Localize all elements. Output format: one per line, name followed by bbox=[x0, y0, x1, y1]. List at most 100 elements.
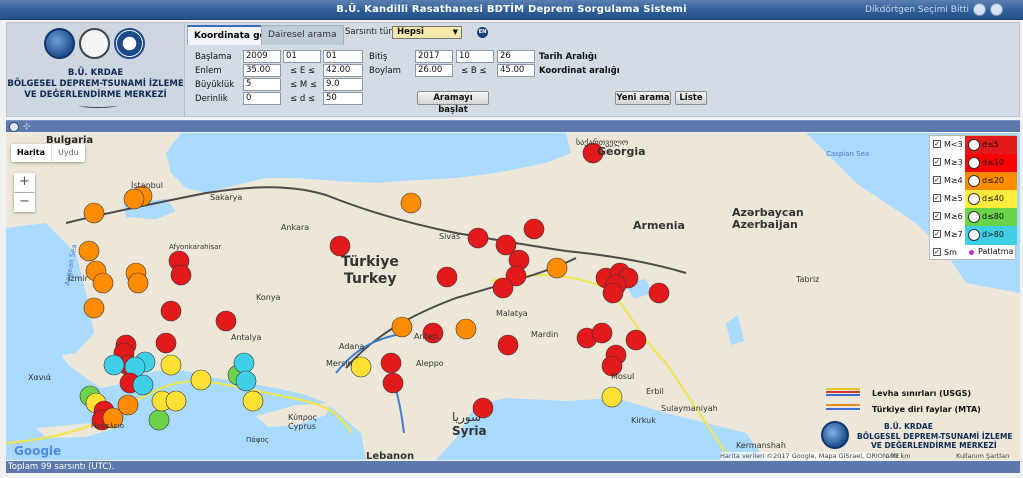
earthquake-marker[interactable] bbox=[350, 356, 372, 378]
lat-min-field[interactable]: 35.00 bbox=[243, 64, 281, 77]
earthquake-marker[interactable] bbox=[117, 394, 139, 416]
refresh-icon[interactable] bbox=[973, 3, 986, 16]
lon-max-field[interactable]: 45.00 bbox=[497, 64, 535, 77]
earthquake-marker[interactable] bbox=[242, 390, 264, 412]
depth-max-field[interactable]: 50 bbox=[323, 92, 363, 105]
radio-icon[interactable] bbox=[968, 139, 980, 151]
language-en-icon[interactable]: EN bbox=[477, 27, 488, 38]
earthquake-marker[interactable] bbox=[400, 192, 422, 214]
earthquake-marker[interactable] bbox=[455, 318, 477, 340]
earthquake-marker[interactable] bbox=[436, 266, 458, 288]
earthquake-marker[interactable] bbox=[329, 235, 351, 257]
lat-max-field[interactable]: 42.00 bbox=[323, 64, 363, 77]
radio-icon[interactable] bbox=[968, 193, 980, 205]
depth-label: Derinlik bbox=[195, 94, 228, 104]
legend-row: ✓ M≥6 d≤80 bbox=[930, 208, 1017, 227]
zoom-in-button[interactable]: + bbox=[14, 173, 35, 192]
map-type-control[interactable]: Harita Uydu bbox=[11, 144, 85, 162]
earthquake-marker[interactable] bbox=[467, 227, 489, 249]
overlay-faults-label: Türkiye diri faylar (MTA) bbox=[872, 405, 981, 414]
map-terms-link[interactable]: Kullanım Şartları bbox=[956, 452, 1010, 460]
radio-icon[interactable] bbox=[968, 229, 980, 241]
earthquake-marker[interactable] bbox=[92, 272, 114, 294]
legend-depth-label: d>80 bbox=[982, 230, 1004, 239]
earthquake-marker[interactable] bbox=[648, 282, 670, 304]
earthquake-marker[interactable] bbox=[83, 297, 105, 319]
coord-range-label: Koordinat aralığı bbox=[539, 66, 620, 76]
legend-depth: d>80 bbox=[965, 226, 1017, 245]
earthquake-marker[interactable] bbox=[382, 372, 404, 394]
checkbox-icon[interactable]: ✓ bbox=[933, 248, 941, 256]
overlay-inst-1: B.Ü. KRDAE bbox=[884, 422, 933, 431]
checkbox-icon[interactable]: ✓ bbox=[933, 194, 941, 202]
earthquake-marker[interactable] bbox=[190, 369, 212, 391]
start-search-button[interactable]: Aramayı başlat bbox=[417, 91, 489, 115]
mag-min-field[interactable]: 5 bbox=[243, 78, 281, 91]
end-month-field[interactable]: 10 bbox=[456, 50, 494, 63]
label-sulaymaniyah: Sulaymaniyah bbox=[661, 404, 718, 413]
earthquake-marker[interactable] bbox=[591, 322, 613, 344]
event-type-select[interactable]: Hepsi ▼ bbox=[392, 26, 462, 39]
earthquake-marker[interactable] bbox=[165, 390, 187, 412]
earthquake-marker[interactable] bbox=[492, 277, 514, 299]
map-type-uydu[interactable]: Uydu bbox=[51, 144, 85, 162]
checkbox-icon[interactable]: ✓ bbox=[933, 140, 941, 148]
earthquake-marker[interactable] bbox=[132, 374, 154, 396]
legend-mag: M≥4 bbox=[944, 176, 963, 185]
krdae-map-logo bbox=[821, 421, 849, 449]
map-view[interactable]: Harita Uydu + − Bulgaria İstanbul Sakary… bbox=[6, 133, 1020, 460]
earthquake-marker[interactable] bbox=[546, 257, 568, 279]
end-year-field[interactable]: 2017 bbox=[415, 50, 453, 63]
checkbox-icon[interactable]: ✓ bbox=[933, 176, 941, 184]
earthquake-marker[interactable] bbox=[160, 300, 182, 322]
lon-min-field[interactable]: 26.00 bbox=[415, 64, 453, 77]
earthquake-marker[interactable] bbox=[523, 218, 545, 240]
earthquake-marker[interactable] bbox=[602, 282, 624, 304]
earthquake-marker[interactable] bbox=[160, 354, 182, 376]
radio-icon[interactable] bbox=[968, 157, 980, 169]
earthquake-marker[interactable] bbox=[103, 354, 125, 376]
earthquake-marker[interactable] bbox=[83, 202, 105, 224]
select-rectangle-icon[interactable]: ⊹ bbox=[23, 122, 35, 132]
tab-circular[interactable]: Dairesel arama bbox=[261, 25, 344, 45]
lon-op: ≤ B ≤ bbox=[461, 66, 487, 76]
overlay-inst-3: VE DEĞERLENDİRME MERKEZİ bbox=[871, 441, 997, 450]
end-day-field[interactable]: 26 bbox=[497, 50, 535, 63]
radio-icon[interactable] bbox=[968, 175, 980, 187]
depth-min-field[interactable]: 0 bbox=[243, 92, 281, 105]
label-ankara: Ankara bbox=[281, 223, 310, 232]
checkbox-icon[interactable]: ✓ bbox=[933, 230, 941, 238]
mag-max-field[interactable]: 9.0 bbox=[323, 78, 363, 91]
earthquake-marker[interactable] bbox=[123, 188, 145, 210]
checkbox-icon[interactable]: ✓ bbox=[933, 158, 941, 166]
start-year-field[interactable]: 2009 bbox=[243, 50, 281, 63]
earthquake-marker[interactable] bbox=[380, 352, 402, 374]
earthquake-marker[interactable] bbox=[233, 352, 255, 374]
start-month-field[interactable]: 01 bbox=[283, 50, 321, 63]
list-button[interactable]: Liste bbox=[675, 91, 707, 105]
legend-depth-label: d≤80 bbox=[982, 212, 1004, 221]
earthquake-marker[interactable] bbox=[148, 409, 170, 431]
map-type-harita[interactable]: Harita bbox=[11, 144, 51, 162]
earthquake-marker[interactable] bbox=[215, 310, 237, 332]
radio-icon[interactable] bbox=[968, 211, 980, 223]
earthquake-marker[interactable] bbox=[235, 370, 257, 392]
new-search-button[interactable]: Yeni arama bbox=[615, 91, 671, 105]
legend-row: ✓ M<3 d≤5 bbox=[930, 136, 1017, 155]
earthquake-marker[interactable] bbox=[625, 329, 647, 351]
label-heraklion: Ηράκλειο bbox=[91, 422, 125, 430]
map-toolbar: ⊹ bbox=[6, 120, 1020, 132]
earthquake-marker[interactable] bbox=[601, 386, 623, 408]
earthquake-marker[interactable] bbox=[155, 332, 177, 354]
earthquake-marker[interactable] bbox=[78, 240, 100, 262]
krdae-logo bbox=[44, 28, 75, 59]
earthquake-marker[interactable] bbox=[497, 334, 519, 356]
earthquake-marker[interactable] bbox=[127, 272, 149, 294]
start-day-field[interactable]: 01 bbox=[323, 50, 363, 63]
checkbox-icon[interactable]: ✓ bbox=[933, 212, 941, 220]
globe-icon[interactable] bbox=[9, 122, 19, 132]
earthquake-marker[interactable] bbox=[170, 264, 192, 286]
earthquake-marker[interactable] bbox=[391, 316, 413, 338]
zoom-out-button[interactable]: − bbox=[14, 193, 35, 212]
print-icon[interactable] bbox=[990, 3, 1003, 16]
